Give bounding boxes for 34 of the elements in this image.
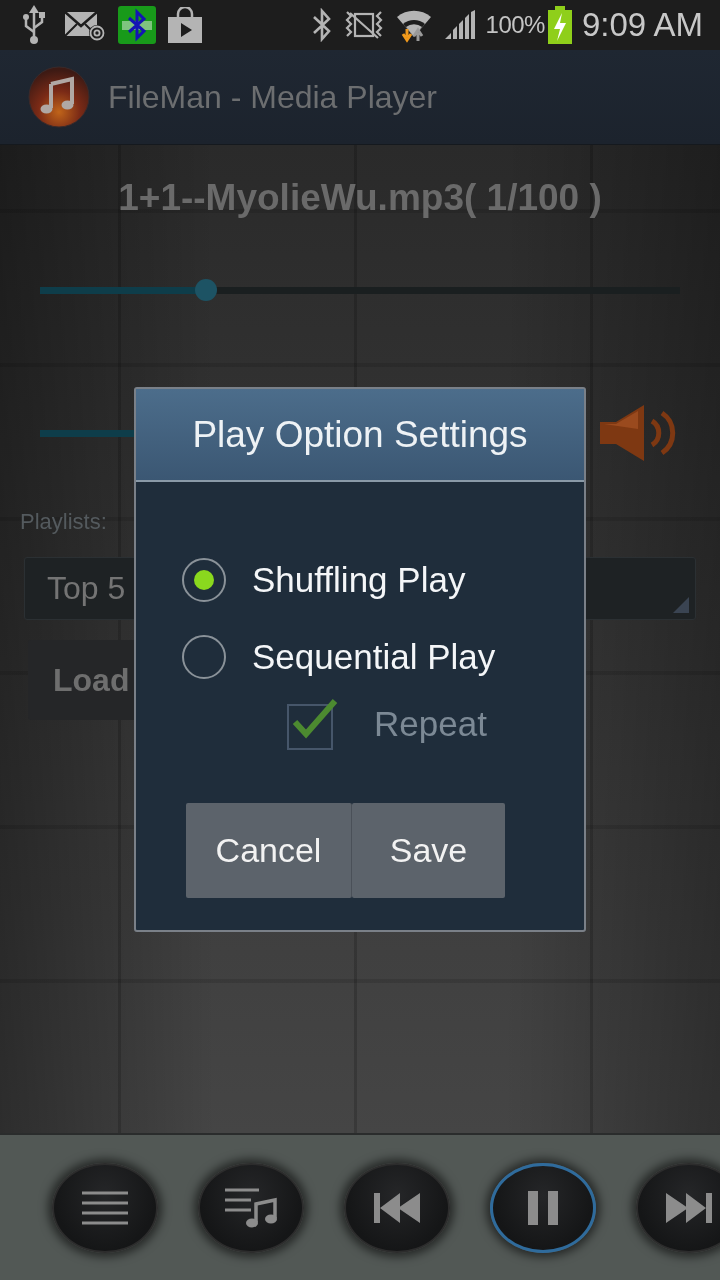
pause-icon bbox=[528, 1190, 558, 1225]
playlist-music-icon bbox=[225, 1187, 277, 1228]
playlists-label: Playlists: bbox=[20, 508, 107, 536]
usb-icon bbox=[22, 5, 46, 45]
option-label[interactable]: Sequential Play bbox=[252, 636, 496, 677]
pause-button[interactable] bbox=[490, 1162, 596, 1253]
clock: 9:09 AM bbox=[581, 6, 703, 44]
option-label[interactable]: Shuffling Play bbox=[252, 559, 466, 600]
save-button[interactable]: Save bbox=[352, 803, 505, 898]
skip-forward-icon bbox=[666, 1192, 712, 1223]
bluetooth-icon bbox=[118, 6, 156, 44]
dialog-title: Play Option Settings bbox=[136, 389, 584, 482]
app-title: FileMan - Media Player bbox=[108, 78, 437, 116]
mail-icon bbox=[64, 9, 106, 41]
menu-button[interactable] bbox=[52, 1162, 158, 1253]
menu-icon bbox=[82, 1190, 128, 1225]
playlist-button[interactable] bbox=[198, 1162, 304, 1253]
next-button[interactable] bbox=[636, 1162, 720, 1253]
skip-back-icon bbox=[374, 1192, 420, 1223]
track-title: 1+1--MyolieWu.mp3( 1/100 ) bbox=[118, 176, 602, 220]
battery-percent: 100% bbox=[485, 11, 545, 39]
battery-icon bbox=[547, 6, 572, 44]
vibrate-off-icon bbox=[343, 10, 384, 40]
radio-button[interactable] bbox=[182, 557, 226, 602]
radio-button[interactable] bbox=[182, 634, 226, 679]
previous-button[interactable] bbox=[344, 1162, 450, 1253]
signal-icon bbox=[443, 10, 478, 40]
cancel-button[interactable]: Cancel bbox=[186, 803, 352, 898]
speaker-icon[interactable] bbox=[600, 405, 678, 461]
dropdown-corner-icon bbox=[673, 597, 689, 613]
music-note-icon bbox=[28, 66, 90, 128]
shopping-bag-icon bbox=[168, 7, 202, 43]
bluetooth-icon bbox=[311, 8, 332, 42]
slider-thumb[interactable] bbox=[195, 279, 218, 301]
